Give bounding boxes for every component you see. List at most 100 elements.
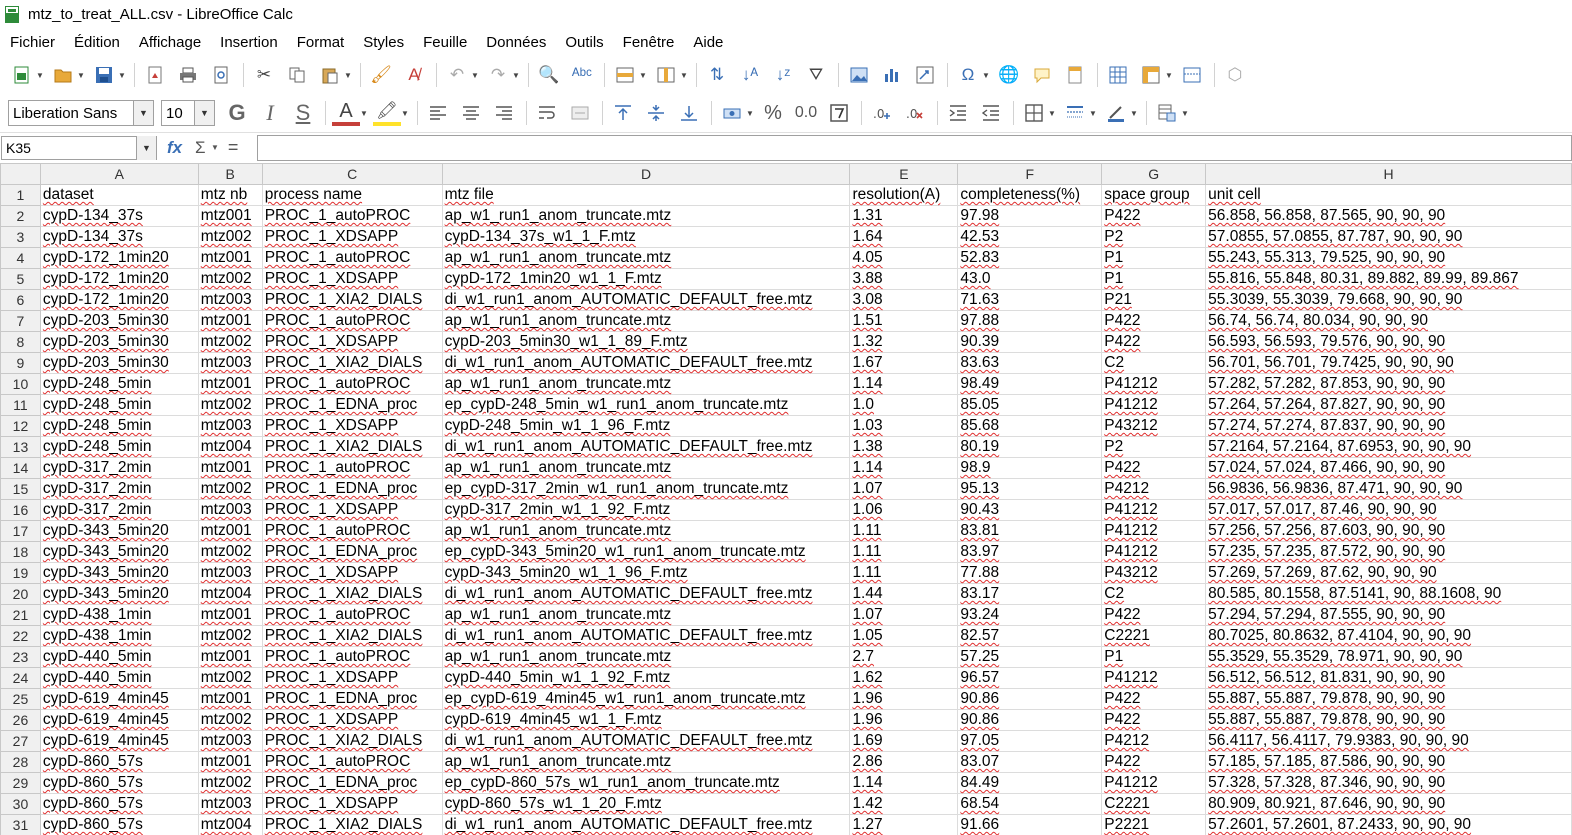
- cell-dataset[interactable]: cypD-440_5min: [40, 667, 199, 689]
- cell-mtz-nb[interactable]: mtz004: [198, 436, 263, 458]
- menu-fichier[interactable]: Fichier: [10, 34, 55, 51]
- increase-indent-icon[interactable]: [944, 99, 972, 127]
- freeze-rows-columns-icon[interactable]: [1137, 61, 1165, 89]
- cell-mtz-nb[interactable]: mtz003: [198, 730, 263, 752]
- cell-mtz-file[interactable]: di_w1_run1_anom_AUTOMATIC_DEFAULT_free.m…: [442, 436, 851, 458]
- cell-mtz-nb[interactable]: mtz001: [198, 604, 263, 626]
- cell-completeness[interactable]: 97.98: [957, 205, 1103, 227]
- cell-completeness[interactable]: 85.05: [957, 394, 1103, 416]
- row-header[interactable]: 14: [0, 457, 41, 479]
- define-print-area-icon[interactable]: [1104, 61, 1132, 89]
- format-as-currency-icon[interactable]: [718, 99, 746, 127]
- cell-process-name[interactable]: PROC_1_autoPROC: [262, 604, 443, 626]
- cell-space-group[interactable]: space group: [1101, 184, 1207, 206]
- cell-unit-cell[interactable]: 56.858, 56.858, 87.565, 90, 90, 90: [1205, 205, 1572, 227]
- menu-fenetre[interactable]: Fenêtre: [623, 34, 675, 51]
- cell-mtz-nb[interactable]: mtz002: [198, 268, 263, 290]
- font-color-dropdown-icon[interactable]: ▼: [360, 99, 368, 127]
- cell-space-group[interactable]: P422: [1101, 709, 1207, 731]
- cell-mtz-file[interactable]: ep_cypD-619_4min45_w1_run1_anom_truncate…: [442, 688, 851, 710]
- cell-completeness[interactable]: 98.9: [957, 457, 1103, 479]
- cell-resolution[interactable]: resolution(A): [849, 184, 959, 206]
- cell-mtz-nb[interactable]: mtz001: [198, 205, 263, 227]
- cell-space-group[interactable]: P41212: [1101, 541, 1207, 563]
- cell-resolution[interactable]: 1.27: [849, 814, 959, 835]
- cell-space-group[interactable]: P41212: [1101, 772, 1207, 794]
- split-window-icon[interactable]: [1178, 61, 1206, 89]
- cell-completeness[interactable]: 83.63: [957, 352, 1103, 374]
- cell-process-name[interactable]: PROC_1_XDSAPP: [262, 226, 443, 248]
- cell-process-name[interactable]: PROC_1_autoPROC: [262, 520, 443, 542]
- cell-space-group[interactable]: P1: [1101, 268, 1207, 290]
- cell-mtz-file[interactable]: mtz file: [442, 184, 851, 206]
- cell-completeness[interactable]: 96.57: [957, 667, 1103, 689]
- cell-space-group[interactable]: P422: [1101, 205, 1207, 227]
- menu-edition[interactable]: Édition: [74, 34, 120, 51]
- delete-decimal-place-icon[interactable]: .0: [901, 99, 929, 127]
- undo-dropdown-icon[interactable]: ▼: [471, 61, 479, 89]
- cell-space-group[interactable]: P422: [1101, 331, 1207, 353]
- border-color-dropdown-icon[interactable]: ▼: [1130, 99, 1138, 127]
- cell-dataset[interactable]: cypD-343_5min20: [40, 520, 199, 542]
- cell-dataset[interactable]: cypD-438_1min: [40, 604, 199, 626]
- cell-completeness[interactable]: 80.19: [957, 436, 1103, 458]
- new-document-icon[interactable]: [8, 61, 36, 89]
- cell-unit-cell[interactable]: 57.256, 57.256, 87.603, 90, 90, 90: [1205, 520, 1572, 542]
- cell-dataset[interactable]: cypD-134_37s: [40, 205, 199, 227]
- cell-dataset[interactable]: cypD-248_5min: [40, 394, 199, 416]
- cell-unit-cell[interactable]: 80.7025, 80.8632, 87.4104, 90, 90, 90: [1205, 625, 1572, 647]
- cell-mtz-nb[interactable]: mtz002: [198, 772, 263, 794]
- comment-icon[interactable]: [1028, 61, 1056, 89]
- cell-mtz-nb[interactable]: mtz002: [198, 226, 263, 248]
- cell-space-group[interactable]: P2221: [1101, 814, 1207, 835]
- cell-process-name[interactable]: PROC_1_autoPROC: [262, 457, 443, 479]
- cell-resolution[interactable]: 3.88: [849, 268, 959, 290]
- cell-unit-cell[interactable]: 80.585, 80.1558, 87.5141, 90, 88.1608, 9…: [1205, 583, 1572, 605]
- cell-space-group[interactable]: P21: [1101, 289, 1207, 311]
- cell-resolution[interactable]: 4.05: [849, 247, 959, 269]
- row-header[interactable]: 2: [0, 205, 41, 227]
- cell-dataset[interactable]: cypD-172_1min20: [40, 268, 199, 290]
- cell-process-name[interactable]: PROC_1_autoPROC: [262, 205, 443, 227]
- cell-completeness[interactable]: 71.63: [957, 289, 1103, 311]
- cell-dataset[interactable]: cypD-134_37s: [40, 226, 199, 248]
- row-header[interactable]: 22: [0, 625, 41, 647]
- cell-mtz-nb[interactable]: mtz001: [198, 751, 263, 773]
- cell-process-name[interactable]: PROC_1_autoPROC: [262, 373, 443, 395]
- cell-mtz-file[interactable]: di_w1_run1_anom_AUTOMATIC_DEFAULT_free.m…: [442, 352, 851, 374]
- column-header-a[interactable]: A: [39, 163, 199, 185]
- cell-mtz-file[interactable]: ap_w1_run1_anom_truncate.mtz: [442, 205, 851, 227]
- menu-outils[interactable]: Outils: [565, 34, 603, 51]
- headers-footers-icon[interactable]: [1061, 61, 1089, 89]
- cell-mtz-file[interactable]: ap_w1_run1_anom_truncate.mtz: [442, 457, 851, 479]
- cell-unit-cell[interactable]: 56.4117, 56.4117, 79.9383, 90, 90, 90: [1205, 730, 1572, 752]
- cell-space-group[interactable]: P41212: [1101, 499, 1207, 521]
- row-header[interactable]: 16: [0, 499, 41, 521]
- cell-dataset[interactable]: cypD-248_5min: [40, 373, 199, 395]
- cell-mtz-nb[interactable]: mtz002: [198, 625, 263, 647]
- cell-space-group[interactable]: P1: [1101, 646, 1207, 668]
- cell-mtz-nb[interactable]: mtz004: [198, 814, 263, 835]
- freeze-dropdown-icon[interactable]: ▼: [1165, 61, 1173, 89]
- cell-mtz-nb[interactable]: mtz002: [198, 331, 263, 353]
- sort-ascending-icon[interactable]: ↓ᴬ: [736, 61, 764, 89]
- cell-process-name[interactable]: PROC_1_XIA2_DIALS: [262, 625, 443, 647]
- cell-resolution[interactable]: 1.69: [849, 730, 959, 752]
- cell-unit-cell[interactable]: 56.701, 56.701, 79.7425, 90, 90, 90: [1205, 352, 1572, 374]
- open-dropdown-icon[interactable]: ▼: [77, 61, 85, 89]
- format-as-date-icon[interactable]: [825, 99, 853, 127]
- cell-mtz-nb[interactable]: mtz003: [198, 499, 263, 521]
- row-header[interactable]: 12: [0, 415, 41, 437]
- menu-insertion[interactable]: Insertion: [220, 34, 278, 51]
- cell-completeness[interactable]: 95.13: [957, 478, 1103, 500]
- cell-dataset[interactable]: cypD-203_5min30: [40, 331, 199, 353]
- cell-space-group[interactable]: P1: [1101, 247, 1207, 269]
- cell-dataset[interactable]: cypD-317_2min: [40, 457, 199, 479]
- cell-mtz-file[interactable]: ap_w1_run1_anom_truncate.mtz: [442, 310, 851, 332]
- cell-resolution[interactable]: 1.51: [849, 310, 959, 332]
- cell-mtz-file[interactable]: cypD-860_57s_w1_1_20_F.mtz: [442, 793, 851, 815]
- cell-mtz-file[interactable]: cypD-440_5min_w1_1_92_F.mtz: [442, 667, 851, 689]
- cell-process-name[interactable]: PROC_1_autoPROC: [262, 310, 443, 332]
- currency-dropdown-icon[interactable]: ▼: [746, 99, 754, 127]
- column-icon[interactable]: [652, 61, 680, 89]
